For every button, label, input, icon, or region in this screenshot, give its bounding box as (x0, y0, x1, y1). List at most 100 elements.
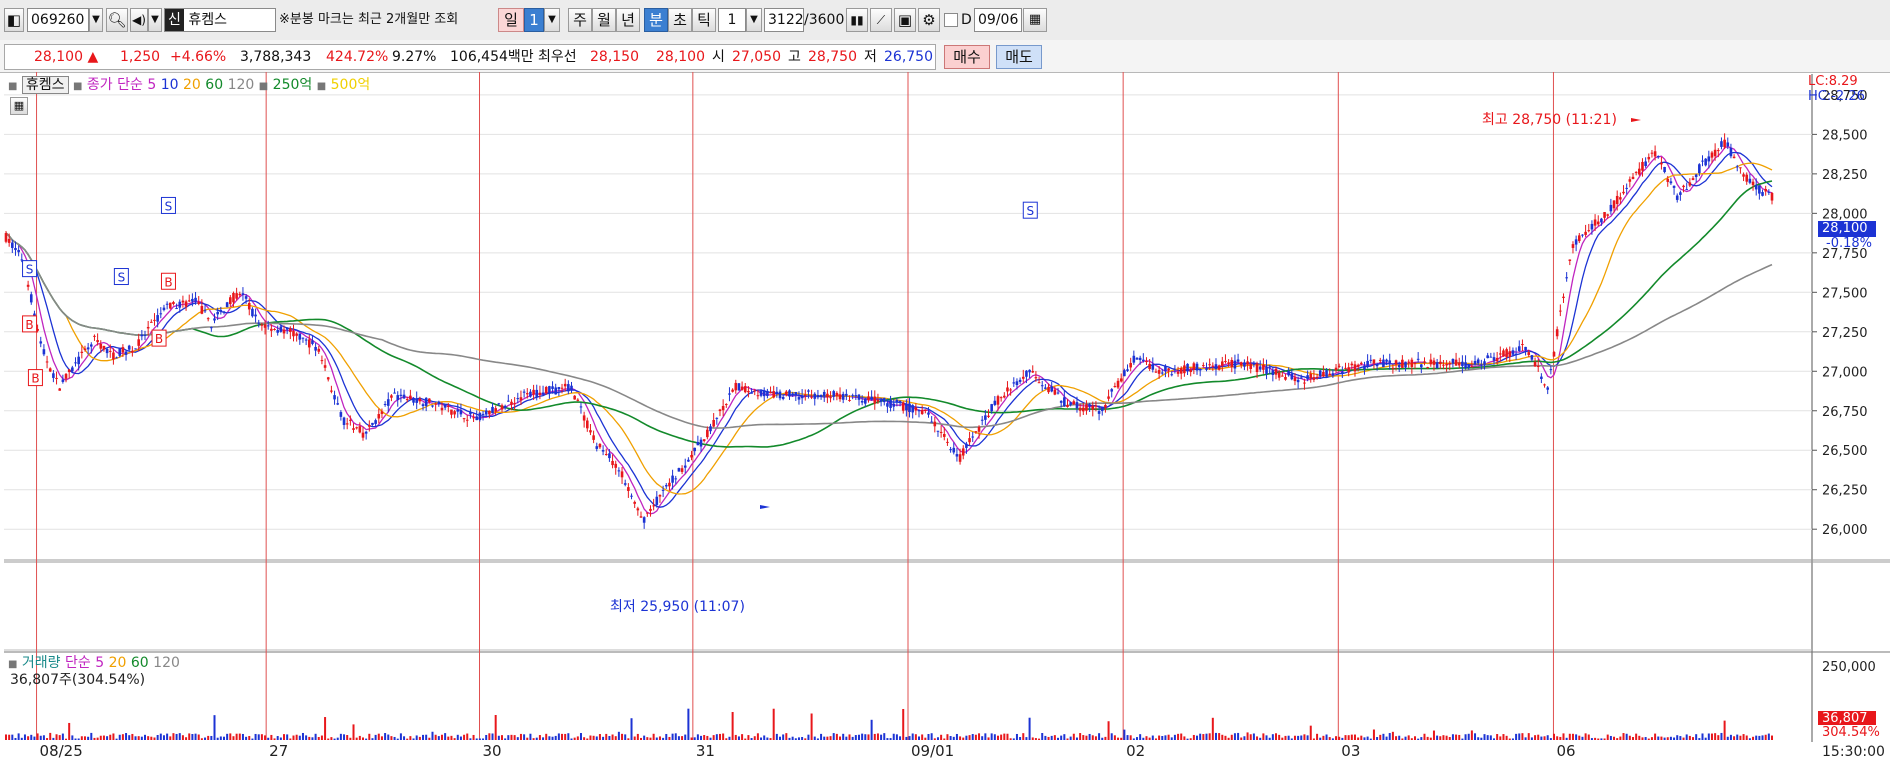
volume-bar (68, 722, 71, 740)
volume-bar (1654, 733, 1657, 740)
candle (1315, 376, 1319, 378)
legend-stock-name[interactable]: 휴켐스 (21, 76, 69, 94)
period-month-button[interactable]: 월 (592, 8, 616, 32)
volume-bar (1613, 736, 1616, 740)
volume-bar (633, 736, 636, 740)
period-second-button[interactable]: 초 (668, 8, 692, 32)
candle (1138, 357, 1142, 360)
candle (1587, 230, 1591, 232)
period-day-button[interactable]: 일 (498, 8, 524, 32)
speaker-icon[interactable]: ◀) (130, 8, 148, 32)
volume-bar (1745, 735, 1748, 740)
volume-bar (873, 733, 876, 740)
volume-bar (883, 733, 886, 740)
volume-bar (1120, 737, 1123, 740)
volume-bar (842, 733, 845, 740)
interval-input[interactable]: 1 (718, 8, 746, 32)
volume-bar (996, 735, 999, 740)
candle (247, 302, 251, 310)
period-day-dropdown-icon[interactable]: ▼ (544, 8, 560, 32)
period-day-value[interactable]: 1 (524, 8, 544, 32)
volume-bar (1328, 737, 1331, 740)
volume-bar (886, 738, 889, 740)
candle (687, 459, 690, 462)
candle (1565, 277, 1568, 279)
table-grid-icon[interactable]: ▦ (10, 97, 28, 115)
volume-bar (1635, 733, 1638, 740)
volume-bar (1739, 735, 1742, 740)
period-minute-button[interactable]: 분 (644, 8, 668, 32)
volume-bar (254, 733, 257, 740)
candle (1066, 404, 1069, 407)
candle (633, 501, 636, 504)
period-year-button[interactable]: 년 (616, 8, 640, 32)
candle (443, 404, 447, 408)
volume-bar (526, 737, 529, 740)
candle-settings-icon[interactable]: ▮▮ (846, 8, 868, 32)
date-checkbox[interactable] (944, 13, 958, 27)
volume-bar (548, 736, 551, 740)
volume-bar (140, 736, 143, 740)
candle (1536, 366, 1540, 368)
volume-bar (864, 734, 867, 740)
legend-ma5: 5 (147, 77, 157, 93)
candle (1761, 192, 1764, 196)
candle (1132, 355, 1136, 363)
date-input[interactable]: 09/06 (974, 8, 1022, 32)
trade-volume: 3,788,343 (240, 49, 312, 65)
volume-bar (1189, 738, 1192, 740)
volume-bar (1496, 734, 1499, 740)
candle (1160, 372, 1164, 374)
data-count-input[interactable]: 3122 (764, 8, 804, 32)
speaker-dropdown-icon[interactable]: ▼ (148, 8, 162, 32)
calendar-icon[interactable]: ▦ (1023, 8, 1047, 32)
interval-dropdown-icon[interactable]: ▼ (746, 8, 762, 32)
buy-button[interactable]: 매수 (944, 45, 990, 69)
candle (816, 395, 820, 398)
candle (1252, 363, 1256, 365)
candle (168, 302, 172, 309)
candle (399, 394, 403, 396)
candle (952, 447, 956, 453)
candle (1451, 358, 1455, 364)
volume-bar (93, 737, 96, 740)
volume-bar (1565, 737, 1568, 740)
volume-bar (1246, 732, 1249, 740)
candle (895, 399, 899, 403)
candle (330, 390, 333, 392)
candle (535, 389, 539, 398)
save-icon[interactable]: ▣ (894, 8, 916, 32)
time-axis-label: 27 (269, 742, 289, 760)
candle (1284, 376, 1287, 380)
code-dropdown-icon[interactable]: ▼ (89, 8, 103, 32)
search-icon[interactable]: 🔍︎ (106, 8, 128, 32)
stock-code-input[interactable]: 069260 (27, 8, 89, 32)
window-menu-icon[interactable]: ◧ (4, 8, 24, 32)
candle (184, 301, 188, 307)
volume-bar (1290, 738, 1293, 740)
candle (1732, 156, 1736, 159)
volume-bar (955, 733, 958, 740)
volume-bar (1752, 736, 1755, 740)
sell-button[interactable]: 매도 (996, 45, 1042, 69)
volume-bar (579, 733, 582, 740)
candle (222, 311, 226, 313)
period-tick-button[interactable]: 틱 (692, 8, 716, 32)
volume-bar (17, 733, 20, 740)
volume-bar (984, 733, 987, 740)
volume-bar (1647, 738, 1650, 740)
period-week-button[interactable]: 주 (568, 8, 592, 32)
indicator-icon[interactable]: ⟋ (870, 8, 892, 32)
volume-bar (1515, 733, 1518, 740)
legend-amount-500: 500억 (330, 77, 371, 93)
volume-bar (1050, 735, 1053, 740)
low-price: 26,750 (884, 49, 933, 65)
stock-name-box[interactable]: 신 휴켐스 (164, 8, 276, 32)
candle (1600, 218, 1603, 223)
gear-icon[interactable]: ⚙ (918, 8, 940, 32)
price-chart[interactable]: SBBSSBBS 28,75028,50028,25028,00027,7502… (0, 72, 1890, 774)
candle (867, 396, 870, 400)
legend-vol-ma60: 60 (130, 655, 149, 671)
volume-bar (690, 737, 693, 740)
candle (219, 309, 223, 311)
